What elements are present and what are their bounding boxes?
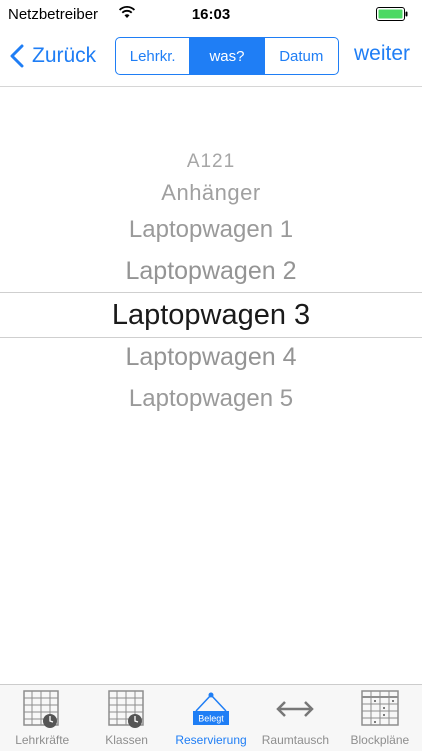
segment-was[interactable]: was?: [189, 38, 264, 74]
grid-clock-icon: [107, 690, 144, 728]
segment-datum[interactable]: Datum: [263, 38, 338, 74]
tab-reservierung[interactable]: Belegt Reservierung: [169, 685, 253, 751]
clock: 16:03: [191, 6, 231, 23]
double-arrow-icon: [276, 701, 315, 717]
next-button[interactable]: weiter: [354, 42, 410, 66]
tab-raumtausch[interactable]: Raumtausch: [253, 685, 337, 751]
item-picker[interactable]: A121 Anhänger Laptopwagen 1 Laptopwagen …: [0, 86, 422, 684]
picker-item[interactable]: Laptopwagen 2: [0, 257, 422, 286]
chevron-left-icon: [10, 44, 24, 68]
battery-icon: [376, 7, 408, 21]
tab-label: Lehrkräfte: [15, 733, 70, 747]
back-button[interactable]: Zurück: [10, 40, 96, 72]
picker-item[interactable]: Laptopwagen 5: [0, 385, 422, 413]
picker-selection-bottom-line: [0, 337, 422, 338]
picker-selected-item[interactable]: Laptopwagen 3: [0, 299, 422, 332]
status-bar: Netzbetreiber 16:03: [0, 0, 422, 30]
tab-bar: Lehrkräfte Klassen Belegt Reservierung R…: [0, 684, 422, 751]
picker-selection-top-line: [0, 292, 422, 293]
tab-label: Blockpläne: [350, 733, 410, 747]
belegt-sign-icon: Belegt: [193, 692, 230, 725]
tab-klassen[interactable]: Klassen: [84, 685, 168, 751]
belegt-badge-text: Belegt: [198, 714, 224, 724]
tab-lehrkraefte[interactable]: Lehrkräfte: [0, 685, 84, 751]
grid-clock-icon: [23, 690, 59, 728]
tab-label: Klassen: [105, 733, 148, 747]
grid-dots-icon: [361, 690, 399, 726]
picker-item[interactable]: Laptopwagen 1: [0, 216, 422, 244]
segment-lehrkraefte[interactable]: Lehrkr.: [116, 38, 189, 74]
back-button-label: Zurück: [32, 44, 97, 67]
navigation-bar: Zurück Lehrkr. was? Datum weiter: [0, 30, 422, 87]
tab-label: Raumtausch: [261, 733, 330, 747]
picker-item[interactable]: Laptopwagen 4: [0, 343, 422, 372]
tab-label: Reservierung: [175, 733, 247, 747]
picker-item[interactable]: Anhänger: [0, 180, 422, 206]
tab-blockplaene[interactable]: Blockpläne: [338, 685, 422, 751]
picker-item[interactable]: A121: [0, 151, 422, 173]
segmented-control: Lehrkr. was? Datum: [115, 37, 339, 75]
